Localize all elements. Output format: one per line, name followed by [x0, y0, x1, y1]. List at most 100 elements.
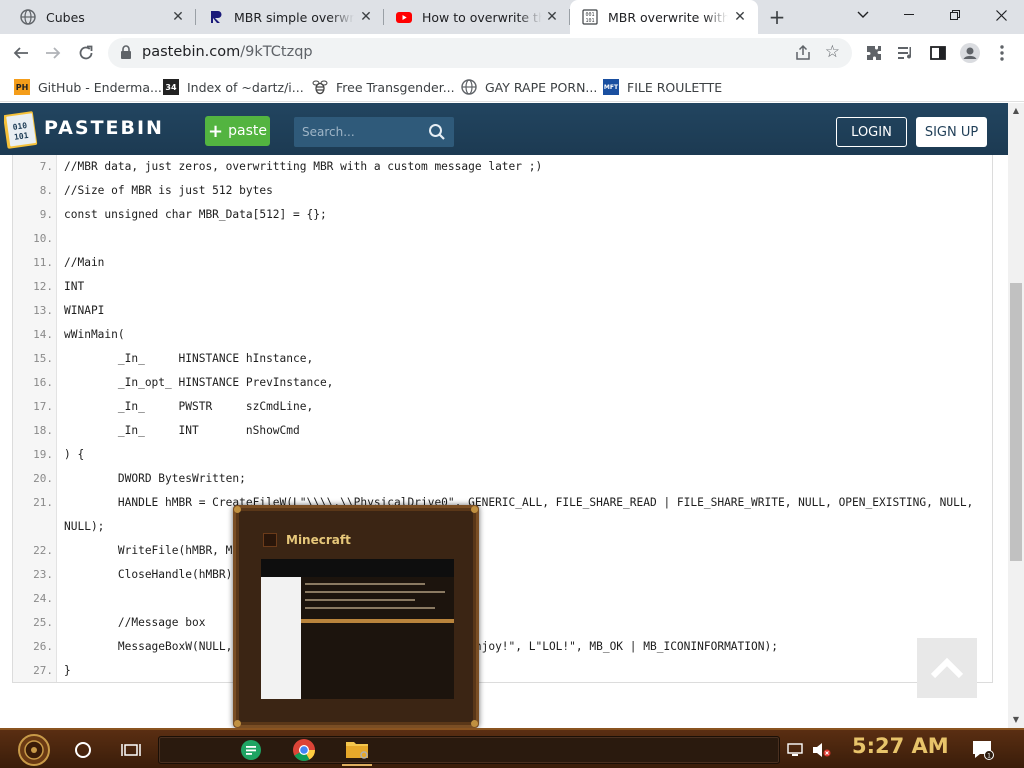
network-icon[interactable]	[786, 734, 806, 766]
bookmark-github[interactable]: PH GitHub - Enderma...	[14, 77, 162, 97]
cortana-icon[interactable]	[70, 734, 96, 766]
code-text: INT	[64, 280, 85, 293]
code-text: _In_ PWSTR szCmdLine,	[64, 400, 314, 413]
new-tab-button[interactable]: +	[765, 6, 789, 28]
line-number: 11.	[33, 256, 53, 269]
close-window-button[interactable]	[978, 0, 1024, 30]
youtube-icon	[396, 9, 412, 25]
side-panel-icon[interactable]	[928, 43, 948, 63]
close-icon[interactable]: ✕	[170, 9, 186, 25]
bookmark-globe[interactable]: GAY RAPE PORN...	[461, 77, 597, 97]
new-paste-button[interactable]: + paste	[205, 116, 270, 146]
line-number: 27.	[33, 664, 53, 677]
line-number: 13.	[33, 304, 53, 317]
bookmark-star-icon[interactable]: ☆	[825, 42, 840, 62]
tab-mbr-simple[interactable]: MBR simple overwrite ✕	[196, 0, 384, 34]
media-control-icon[interactable]	[896, 43, 916, 63]
signup-button[interactable]: SIGN UP	[916, 117, 987, 147]
scroll-up-arrow-icon[interactable]: ▲	[1008, 103, 1024, 119]
line-number: 26.	[33, 640, 53, 653]
code-text: DWORD BytesWritten;	[64, 472, 246, 485]
line-number: 25.	[33, 616, 53, 629]
forward-button[interactable]	[40, 40, 66, 66]
bookmarks-bar: PH GitHub - Enderma... 34 Index of ~dart…	[0, 72, 1024, 102]
search-icon[interactable]	[428, 123, 446, 145]
file-explorer-icon[interactable]	[342, 734, 372, 766]
bee-icon	[312, 79, 328, 95]
reload-button[interactable]	[73, 40, 99, 66]
taskbar-thumbnail-preview[interactable]: Minecraft	[233, 505, 479, 728]
close-icon[interactable]: ✕	[358, 9, 374, 25]
chrome-icon[interactable]	[289, 734, 319, 766]
tab-youtube[interactable]: How to overwrite the ✕	[384, 0, 570, 34]
line-number: 14.	[33, 328, 53, 341]
pastebin-logo-icon[interactable]: 010 101	[3, 109, 38, 149]
extensions-icon[interactable]	[864, 43, 884, 63]
bookmark-free-transgender[interactable]: Free Transgender...	[312, 77, 455, 97]
code-text: //Size of MBR is just 512 bytes	[64, 184, 273, 197]
system-clock[interactable]: 5:27 AM	[852, 734, 949, 758]
pastebin-icon: 001 101	[582, 9, 598, 25]
code-text: const unsigned char MBR_Data[512] = {};	[64, 208, 327, 221]
globe-icon	[461, 79, 477, 95]
close-icon[interactable]: ✕	[544, 9, 560, 25]
tab-label: Cubes	[46, 9, 85, 25]
index-logo-icon: 34	[163, 79, 179, 95]
tab-mbr-overwrite[interactable]: 001101 MBR overwrite with a ✕	[570, 0, 758, 34]
menu-kebab-icon[interactable]	[992, 43, 1012, 63]
ph-logo-icon: PH	[14, 79, 30, 95]
tab-search-icon[interactable]	[840, 0, 886, 30]
bookmark-file-roulette[interactable]: MFT FILE ROULETTE	[603, 77, 722, 97]
notifications-icon[interactable]: 1	[970, 734, 996, 766]
rivet-icon	[471, 506, 478, 513]
globe-icon	[20, 9, 36, 25]
address-bar[interactable]: pastebin.com/9kTCtzqp ☆	[108, 38, 852, 68]
code-text: WINAPI	[64, 304, 105, 317]
login-button[interactable]: LOGIN	[836, 117, 907, 147]
code-view: 7. //MBR data, just zeros, overwritting M…	[12, 155, 993, 683]
line-number: 24.	[33, 592, 53, 605]
line-number: 19.	[33, 448, 53, 461]
window-preview[interactable]	[261, 559, 454, 699]
bookmark-index-dartz[interactable]: 34 Index of ~dartz/i...	[163, 77, 304, 97]
pastebin-header: 010 101 PASTEBIN + paste Search... LOGIN…	[0, 103, 1008, 155]
code-text: }	[64, 664, 71, 677]
pastebin-brand[interactable]: PASTEBIN	[44, 117, 164, 139]
google-sheets-icon[interactable]	[236, 734, 266, 766]
tab-cubes[interactable]: Cubes ✕	[8, 0, 196, 34]
code-text: //Main	[64, 256, 105, 269]
code-text: NULL);	[64, 520, 105, 533]
url-text: pastebin.com/9kTCtzqp	[142, 44, 313, 60]
page-scrollbar[interactable]: ▲ ▼	[1008, 103, 1024, 728]
tab-label: MBR overwrite with a	[608, 9, 728, 25]
minimize-button[interactable]	[886, 0, 932, 30]
profile-avatar-icon[interactable]	[960, 43, 980, 63]
code-text: _In_ INT nShowCmd	[64, 424, 300, 437]
code-text: ) {	[64, 448, 85, 461]
volume-muted-icon[interactable]	[810, 734, 832, 766]
code-text: //Message box	[64, 616, 206, 629]
share-icon[interactable]	[794, 44, 812, 66]
scroll-to-top-button[interactable]	[917, 638, 977, 698]
scroll-down-arrow-icon[interactable]: ▼	[1008, 712, 1024, 728]
thumbnail-title: Minecraft	[286, 533, 351, 547]
scrollbar-thumb[interactable]	[1010, 283, 1022, 561]
rivet-icon	[234, 720, 241, 727]
start-button[interactable]	[10, 734, 58, 766]
restore-button[interactable]	[932, 0, 978, 30]
taskbar: 5:27 AM 1	[0, 728, 1024, 768]
line-number: 21.	[33, 496, 53, 509]
line-number: 7.	[39, 160, 53, 173]
svg-text:1: 1	[987, 753, 991, 760]
search-input[interactable]: Search...	[294, 117, 454, 147]
tab-label: How to overwrite the	[422, 9, 542, 25]
tab-strip: Cubes ✕ MBR simple overwrite ✕ How to ov…	[0, 0, 1024, 34]
back-button[interactable]	[8, 40, 34, 66]
line-number: 10.	[33, 232, 53, 245]
lock-icon[interactable]	[120, 45, 132, 64]
close-icon[interactable]: ✕	[732, 9, 748, 25]
chevron-up-icon	[930, 657, 964, 679]
plus-icon: +	[208, 120, 224, 142]
line-number: 15.	[33, 352, 53, 365]
task-view-icon[interactable]	[118, 734, 144, 766]
